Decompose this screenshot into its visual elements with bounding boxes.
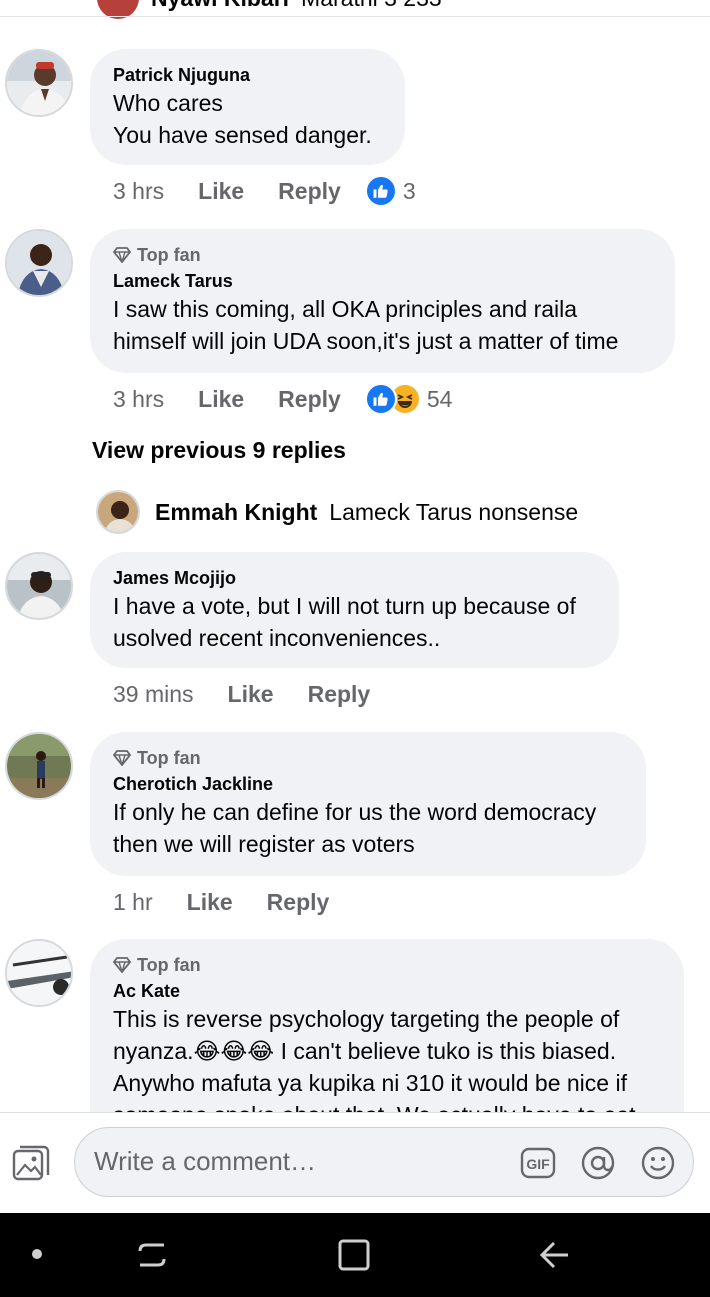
- home-icon[interactable]: [334, 1235, 374, 1275]
- avatar[interactable]: [5, 552, 73, 620]
- view-previous-replies-link[interactable]: View previous 9 replies: [92, 437, 346, 464]
- latest-reply[interactable]: Emmah Knight Lameck Tarus nonsense: [96, 490, 578, 534]
- comment-bubble[interactable]: Top fan Lameck Tarus I saw this coming, …: [90, 229, 675, 373]
- avatar[interactable]: [5, 732, 73, 800]
- comment-text: Who cares You have sensed danger.: [113, 90, 372, 148]
- like-button[interactable]: Like: [198, 386, 244, 413]
- top-fan-label: Top fan: [137, 244, 201, 265]
- reply-button[interactable]: Reply: [308, 681, 371, 708]
- comment-bubble[interactable]: Top fan Ac Kate This is reverse psycholo…: [90, 939, 684, 1112]
- like-button[interactable]: Like: [198, 178, 244, 205]
- commenter-name[interactable]: James Mcojijo: [113, 566, 595, 590]
- avatar[interactable]: [5, 939, 73, 1007]
- comment-actions: 1 hr Like Reply: [113, 882, 329, 922]
- diamond-icon: [113, 957, 131, 973]
- emoji-icon[interactable]: [640, 1145, 676, 1181]
- thumbs-up-icon: [364, 175, 397, 207]
- dot-icon[interactable]: [32, 1249, 42, 1259]
- back-icon[interactable]: [534, 1235, 574, 1275]
- comment-bubble[interactable]: Top fan Cherotich Jackline If only he ca…: [90, 732, 646, 876]
- commenter-name[interactable]: Ac Kate: [113, 979, 660, 1003]
- commenter-name[interactable]: Nyawi Kibari: [151, 0, 289, 12]
- mention-icon[interactable]: [580, 1145, 616, 1181]
- comment-text: If only he can define for us the word de…: [113, 799, 597, 857]
- reaction-count: 3: [402, 177, 416, 204]
- timestamp[interactable]: 1 hr: [113, 889, 153, 916]
- commenter-name[interactable]: Patrick Njuguna: [113, 63, 381, 87]
- commenter-name[interactable]: Cherotich Jackline: [113, 772, 622, 796]
- reply-button[interactable]: Reply: [278, 386, 341, 413]
- diamond-icon: [113, 247, 131, 263]
- comment-actions: 3 hrs Like Reply 54: [113, 379, 452, 419]
- reactions-summary[interactable]: 3: [364, 175, 416, 207]
- photo-icon[interactable]: [12, 1145, 50, 1183]
- comments-feed: Nyawi Kibari Marathi 3 233 Patrick Njugu…: [0, 0, 710, 1112]
- comment-actions: 39 mins Like Reply: [113, 674, 370, 714]
- comment-text: I saw this coming, all OKA principles an…: [113, 296, 619, 354]
- commenter-name[interactable]: Lameck Tarus: [113, 269, 651, 293]
- comment-input-placeholder: Write a comment…: [94, 1146, 317, 1176]
- gif-icon[interactable]: GIF: [520, 1147, 556, 1179]
- diamond-icon: [113, 750, 131, 766]
- divider: [0, 16, 710, 17]
- reply-text: Lameck Tarus nonsense: [329, 498, 579, 525]
- top-fan-badge: Top fan: [113, 243, 651, 267]
- system-navigation-bar: [0, 1213, 710, 1297]
- top-fan-label: Top fan: [137, 747, 201, 768]
- comment-bubble[interactable]: Patrick Njuguna Who cares You have sense…: [90, 49, 405, 165]
- timestamp[interactable]: 3 hrs: [113, 386, 164, 413]
- comment-actions: 3 hrs Like Reply 3: [113, 171, 416, 211]
- comment-bubble[interactable]: James Mcojijo I have a vote, but I will …: [90, 552, 619, 668]
- reaction-count: 54: [426, 385, 453, 412]
- timestamp[interactable]: 3 hrs: [113, 178, 164, 205]
- avatar[interactable]: [5, 229, 73, 297]
- reactions-summary[interactable]: 54: [364, 383, 453, 415]
- top-fan-badge: Top fan: [113, 746, 622, 770]
- like-button[interactable]: Like: [228, 681, 274, 708]
- recent-apps-icon[interactable]: [132, 1235, 172, 1275]
- top-fan-label: Top fan: [137, 954, 201, 975]
- comment-text: This is reverse psychology targeting the…: [113, 1006, 636, 1112]
- avatar[interactable]: [96, 490, 140, 534]
- timestamp[interactable]: 39 mins: [113, 681, 194, 708]
- comment-text: Marathi 3 233: [301, 0, 442, 12]
- thumbs-up-icon: [364, 383, 397, 415]
- reply-author-name[interactable]: Emmah Knight: [155, 499, 317, 526]
- like-button[interactable]: Like: [187, 889, 233, 916]
- reply-button[interactable]: Reply: [267, 889, 330, 916]
- comment-text: I have a vote, but I will not turn up be…: [113, 593, 576, 651]
- avatar[interactable]: [5, 49, 73, 117]
- gif-label: GIF: [526, 1156, 550, 1172]
- reply-button[interactable]: Reply: [278, 178, 341, 205]
- comment-input[interactable]: Write a comment… GIF: [74, 1127, 694, 1197]
- comment-composer: Write a comment… GIF: [0, 1113, 710, 1213]
- top-fan-badge: Top fan: [113, 953, 660, 977]
